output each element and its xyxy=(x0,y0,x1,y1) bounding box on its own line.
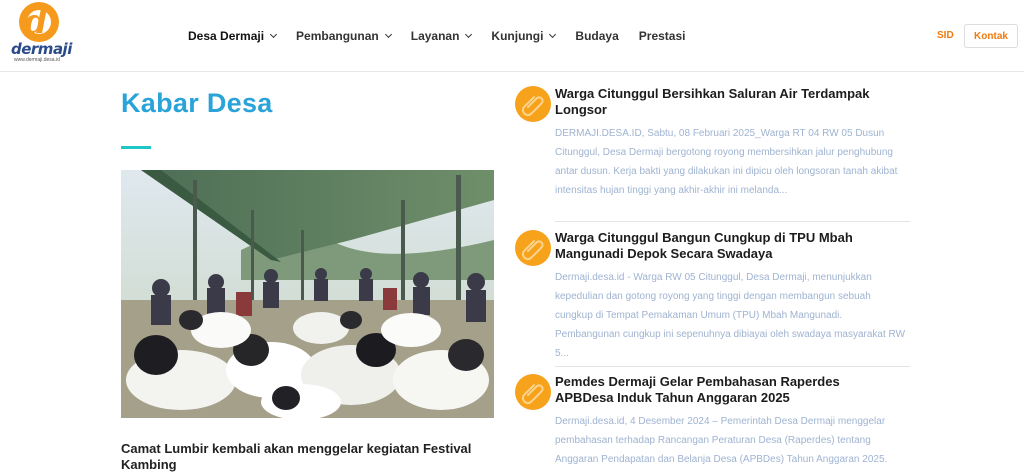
chevron-down-icon xyxy=(549,30,557,39)
news-item: Warga Citunggul Bersihkan Saluran Air Te… xyxy=(515,86,911,226)
section-title: Kabar Desa xyxy=(121,88,273,118)
site-header: d dermaji www.dermaji.desa.id Desa Derma… xyxy=(0,0,1024,72)
news-excerpt: Dermaji.desa.id - Warga RW 05 Citunggul,… xyxy=(555,272,906,359)
nav-label: Kunjungi xyxy=(491,29,544,43)
goat-market-photo xyxy=(121,170,494,418)
nav-label: Pembangunan xyxy=(296,29,379,43)
kontak-button[interactable]: Kontak xyxy=(964,24,1018,48)
title-underline xyxy=(121,146,151,149)
news-item: Pemdes Dermaji Gelar Pembahasan Raperdes… xyxy=(515,374,911,476)
nav-item-desa-dermaji[interactable]: Desa Dermaji xyxy=(188,28,278,44)
chevron-down-icon xyxy=(270,30,278,39)
chevron-down-icon xyxy=(384,30,392,39)
news-item: Warga Citunggul Bangun Cungkup di TPU Mb… xyxy=(515,230,911,370)
paperclip-icon xyxy=(515,230,551,266)
site-logo[interactable]: d dermaji www.dermaji.desa.id xyxy=(10,2,72,64)
nav-item-layanan[interactable]: Layanan xyxy=(410,28,473,44)
main-nav: Desa Dermaji Pembangunan Layanan Kunjung… xyxy=(188,28,705,44)
featured-article-title[interactable]: Camat Lumbir kembali akan menggelar kegi… xyxy=(121,441,501,473)
nav-label: Layanan xyxy=(410,29,460,43)
paperclip-icon xyxy=(515,86,551,122)
news-title[interactable]: Warga Citunggul Bersihkan Saluran Air Te… xyxy=(555,86,895,118)
news-title[interactable]: Warga Citunggul Bangun Cungkup di TPU Mb… xyxy=(555,230,895,262)
nav-item-kunjungi[interactable]: Kunjungi xyxy=(491,28,557,44)
nav-label: Desa Dermaji xyxy=(188,29,265,43)
nav-item-budaya[interactable]: Budaya xyxy=(575,28,618,44)
paperclip-icon xyxy=(515,374,551,410)
logo-url: www.dermaji.desa.id xyxy=(14,57,60,63)
nav-label: Prestasi xyxy=(638,29,686,43)
nav-item-pembangunan[interactable]: Pembangunan xyxy=(296,28,392,44)
nav-item-prestasi[interactable]: Prestasi xyxy=(639,28,686,44)
nav-label: Budaya xyxy=(575,29,619,43)
logo-name: dermaji xyxy=(11,40,72,58)
news-title[interactable]: Pemdes Dermaji Gelar Pembahasan Raperdes… xyxy=(555,374,895,406)
news-excerpt: DERMAJI.DESA.ID, Sabtu, 08 Februari 2025… xyxy=(555,128,898,196)
sid-link[interactable]: SID xyxy=(937,30,954,41)
chevron-down-icon xyxy=(465,30,473,39)
news-divider xyxy=(555,366,910,367)
news-excerpt: Dermaji.desa.id, 4 Desember 2024 – Pemer… xyxy=(555,416,888,465)
news-divider xyxy=(555,221,910,222)
featured-image-goat-market[interactable] xyxy=(121,170,494,418)
logo-letter: d xyxy=(24,2,48,42)
